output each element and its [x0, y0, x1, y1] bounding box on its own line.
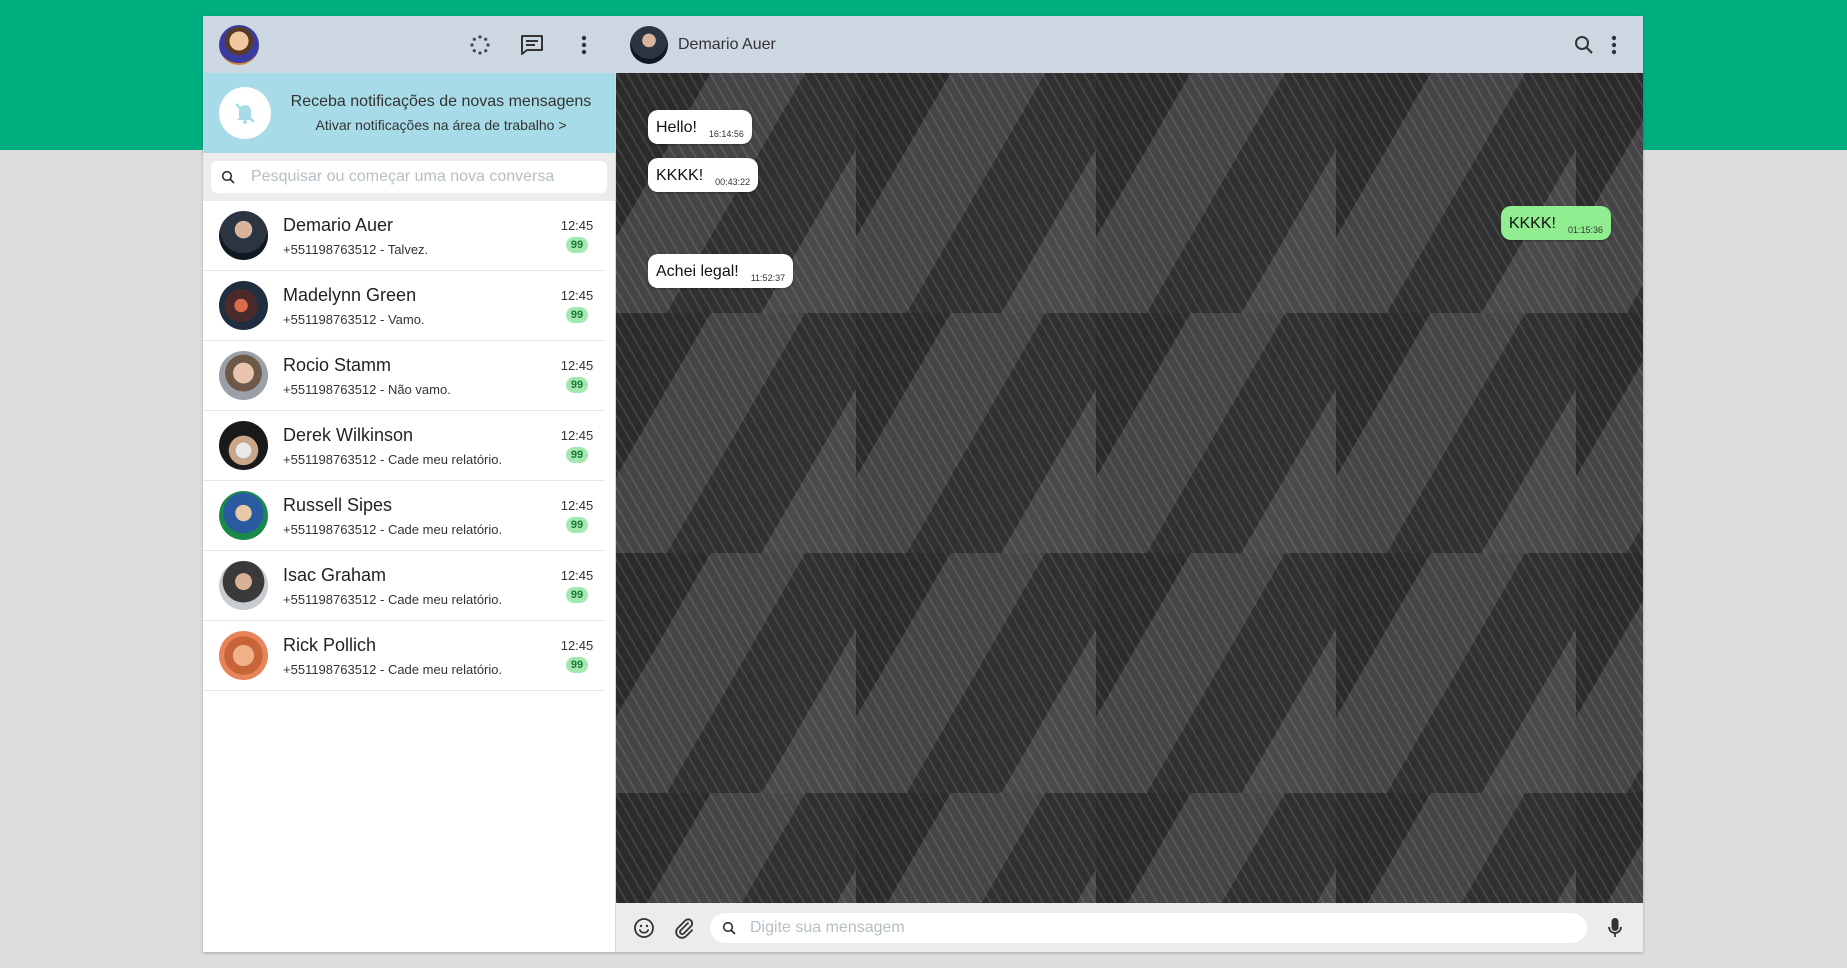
- message-text: Hello!: [656, 119, 697, 136]
- message-composer: [616, 903, 1643, 952]
- search-icon: [1574, 35, 1594, 55]
- more-vertical-icon: [581, 35, 587, 55]
- sidebar: Receba notificações de novas mensagens A…: [203, 16, 616, 952]
- chat-list: Demario Auer +551198763512 - Talvez. 12:…: [203, 201, 615, 952]
- chat-name: Madelynn Green: [283, 284, 417, 305]
- attach-button[interactable]: [670, 914, 698, 942]
- chat-name: Demario Auer: [283, 214, 394, 235]
- more-vertical-icon: [1611, 35, 1617, 55]
- chat-name: Isac Graham: [283, 564, 387, 585]
- message-bubble-incoming: KKKK! 00:43:22: [648, 158, 759, 192]
- unread-badge: 99: [565, 657, 589, 673]
- chat-last-message: +551198763512 - Cade meu relatório.: [283, 521, 503, 537]
- chat-time: 12:45: [560, 638, 594, 653]
- status-icon: [469, 34, 491, 56]
- chat-time: 12:45: [560, 358, 594, 373]
- chat-name: Rick Pollich: [283, 634, 377, 655]
- notification-banner: Receba notificações de novas mensagens A…: [203, 73, 615, 153]
- message-area: Hello! 16:14:56 KKKK! 00:43:22 KKKK! 01:…: [616, 73, 1643, 903]
- message-time: 01:15:36: [1567, 225, 1603, 235]
- message-time: 00:43:22: [715, 177, 751, 187]
- new-chat-icon: [519, 33, 545, 57]
- avatar: [219, 421, 268, 470]
- chat-list-item[interactable]: Madelynn Green +551198763512 - Vamo. 12:…: [203, 271, 605, 341]
- sidebar-header: [203, 16, 615, 73]
- chat-last-message: +551198763512 - Cade meu relatório.: [283, 591, 503, 607]
- new-chat-button[interactable]: [517, 30, 547, 60]
- notification-title: Receba notificações de novas mensagens: [290, 93, 592, 110]
- chat-last-message: +551198763512 - Talvez.: [283, 241, 429, 257]
- my-avatar[interactable]: [219, 24, 259, 65]
- microphone-icon: [1607, 917, 1623, 939]
- paperclip-icon: [673, 917, 695, 939]
- sidebar-menu-button[interactable]: [569, 30, 599, 60]
- message-time: 16:14:56: [708, 129, 744, 139]
- search-input[interactable]: [249, 167, 597, 187]
- chat-name: Derek Wilkinson: [283, 424, 414, 445]
- avatar: [219, 491, 268, 540]
- bell-off-icon: [232, 100, 258, 126]
- search-bar: [203, 153, 615, 201]
- chat-time: 12:45: [560, 568, 594, 583]
- emoji-button[interactable]: [630, 914, 658, 942]
- chat-last-message: +551198763512 - Vamo.: [283, 311, 425, 327]
- chat-name: Russell Sipes: [283, 494, 393, 515]
- unread-badge: 99: [565, 587, 589, 603]
- chat-time: 12:45: [560, 498, 594, 513]
- message-bubble-incoming: Achei legal! 11:52:37: [648, 254, 794, 288]
- contact-name[interactable]: Demario Auer: [678, 36, 776, 54]
- chat-time: 12:45: [560, 218, 594, 233]
- unread-badge: 99: [565, 447, 589, 463]
- conversation-search-button[interactable]: [1569, 30, 1599, 60]
- avatar: [219, 351, 268, 400]
- message-text: KKKK!: [1508, 215, 1556, 232]
- emoji-icon: [633, 917, 655, 939]
- chat-time: 12:45: [560, 288, 594, 303]
- message-input[interactable]: [748, 917, 1575, 938]
- search-icon: [221, 170, 235, 184]
- chat-last-message: +551198763512 - Não vamo.: [283, 381, 451, 397]
- chat-list-item[interactable]: Rick Pollich +551198763512 - Cade meu re…: [203, 621, 605, 691]
- search-icon: [722, 921, 736, 935]
- message-text: Achei legal!: [656, 263, 739, 280]
- message-time: 11:52:37: [750, 273, 786, 283]
- voice-record-button[interactable]: [1601, 914, 1629, 942]
- message-bubble-outgoing: KKKK! 01:15:36: [1500, 206, 1611, 240]
- message-input-box: [710, 912, 1587, 943]
- unread-badge: 99: [565, 307, 589, 323]
- avatar: [219, 561, 268, 610]
- chat-last-message: +551198763512 - Cade meu relatório.: [283, 451, 503, 467]
- chat-name: Rocio Stamm: [283, 354, 392, 375]
- chat-last-message: +551198763512 - Cade meu relatório.: [283, 661, 503, 677]
- chat-list-item[interactable]: Isac Graham +551198763512 - Cade meu rel…: [203, 551, 605, 621]
- bell-off-badge: [219, 87, 271, 139]
- unread-badge: 99: [565, 517, 589, 533]
- chat-time: 12:45: [560, 428, 594, 443]
- app-window: Receba notificações de novas mensagens A…: [203, 16, 1643, 952]
- chat-list-item[interactable]: Russell Sipes +551198763512 - Cade meu r…: [203, 481, 605, 551]
- contact-avatar[interactable]: [630, 25, 668, 64]
- status-button[interactable]: [465, 30, 495, 60]
- enable-notifications-link[interactable]: Ativar notificações na área de trabalho …: [283, 117, 599, 133]
- unread-badge: 99: [565, 237, 589, 253]
- message-bubble-incoming: Hello! 16:14:56: [648, 110, 752, 144]
- avatar: [219, 631, 268, 680]
- conversation-menu-button[interactable]: [1599, 30, 1629, 60]
- conversation-header: Demario Auer: [616, 16, 1643, 73]
- avatar: [219, 211, 268, 260]
- chat-list-item[interactable]: Derek Wilkinson +551198763512 - Cade meu…: [203, 411, 605, 481]
- unread-badge: 99: [565, 377, 589, 393]
- message-text: KKKK!: [656, 167, 704, 184]
- conversation-panel: Demario Auer Hello! 16:14:56 KKKK! 00:43…: [616, 16, 1643, 952]
- avatar: [219, 281, 268, 330]
- chat-list-item[interactable]: Rocio Stamm +551198763512 - Não vamo. 12…: [203, 341, 605, 411]
- search-box: [211, 161, 607, 193]
- chat-list-item[interactable]: Demario Auer +551198763512 - Talvez. 12:…: [203, 201, 605, 271]
